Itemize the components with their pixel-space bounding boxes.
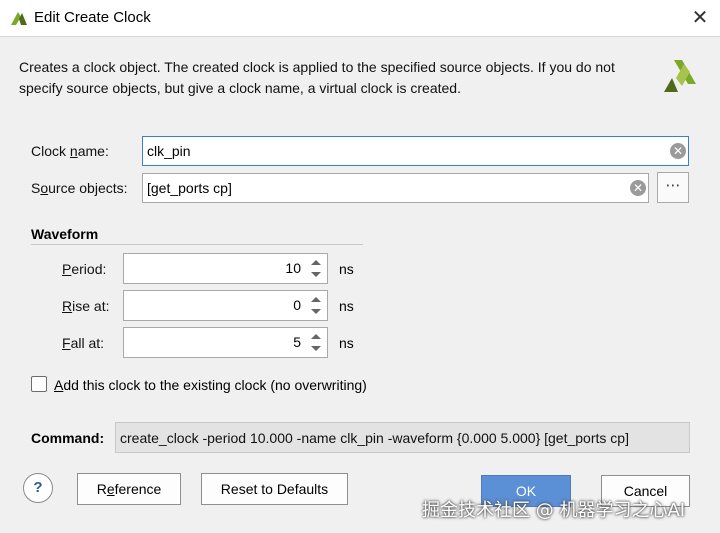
clear-icon[interactable]: ✕ [670, 143, 686, 159]
decrement-arrow-icon[interactable] [311, 346, 321, 351]
no-overwrite-label[interactable]: Add this clock to the existing clock (no… [54, 377, 367, 393]
fall-at-stepper[interactable] [308, 330, 324, 355]
fall-at-spinner[interactable]: 5 [123, 327, 328, 358]
close-icon[interactable]: ✕ [690, 8, 710, 28]
clear-icon[interactable]: ✕ [630, 180, 646, 196]
reset-to-defaults-button[interactable]: Reset to Defaults [201, 473, 348, 505]
period-label: Period: [62, 261, 107, 277]
fall-at-value: 5 [293, 334, 301, 350]
xilinx-logo-icon [664, 60, 696, 92]
source-objects-value: [get_ports cp] [147, 180, 232, 196]
source-objects-label: Source objects: [31, 180, 128, 196]
waveform-section-title: Waveform [31, 226, 99, 242]
clock-name-label: Clock name: [31, 143, 109, 159]
browse-source-objects-button[interactable]: ⋯ [657, 172, 689, 203]
window-title: Edit Create Clock [34, 9, 151, 26]
fall-at-unit: ns [339, 335, 354, 351]
command-text: create_clock -period 10.000 -name clk_pi… [120, 430, 629, 446]
command-label: Command: [31, 430, 105, 446]
period-stepper[interactable] [308, 256, 324, 281]
source-objects-input[interactable]: [get_ports cp] ✕ [142, 173, 649, 203]
waveform-divider [31, 244, 363, 245]
rise-at-stepper[interactable] [308, 293, 324, 318]
no-overwrite-checkbox[interactable] [31, 376, 47, 392]
decrement-arrow-icon[interactable] [311, 309, 321, 314]
rise-at-label: Rise at: [62, 298, 110, 314]
reference-button[interactable]: Reference [77, 473, 181, 505]
period-spinner[interactable]: 10 [123, 253, 328, 284]
watermark-text: 掘金技术社区 @ 机器学习之心AI [422, 500, 686, 521]
help-button[interactable]: ? [23, 473, 53, 503]
decrement-arrow-icon[interactable] [311, 272, 321, 277]
period-value: 10 [285, 260, 301, 276]
vivado-app-icon [11, 12, 27, 25]
increment-arrow-icon[interactable] [311, 260, 321, 265]
command-preview: create_clock -period 10.000 -name clk_pi… [115, 422, 690, 453]
rise-at-spinner[interactable]: 0 [123, 290, 328, 321]
fall-at-label: Fall at: [62, 335, 105, 351]
rise-at-value: 0 [293, 297, 301, 313]
title-bar: Edit Create Clock ✕ [0, 0, 720, 37]
rise-at-unit: ns [339, 298, 354, 314]
clock-name-input[interactable]: clk_pin ✕ [142, 136, 689, 166]
clock-name-value: clk_pin [147, 143, 191, 159]
increment-arrow-icon[interactable] [311, 334, 321, 339]
dialog-description: Creates a clock object. The created cloc… [19, 59, 615, 96]
increment-arrow-icon[interactable] [311, 297, 321, 302]
period-unit: ns [339, 261, 354, 277]
